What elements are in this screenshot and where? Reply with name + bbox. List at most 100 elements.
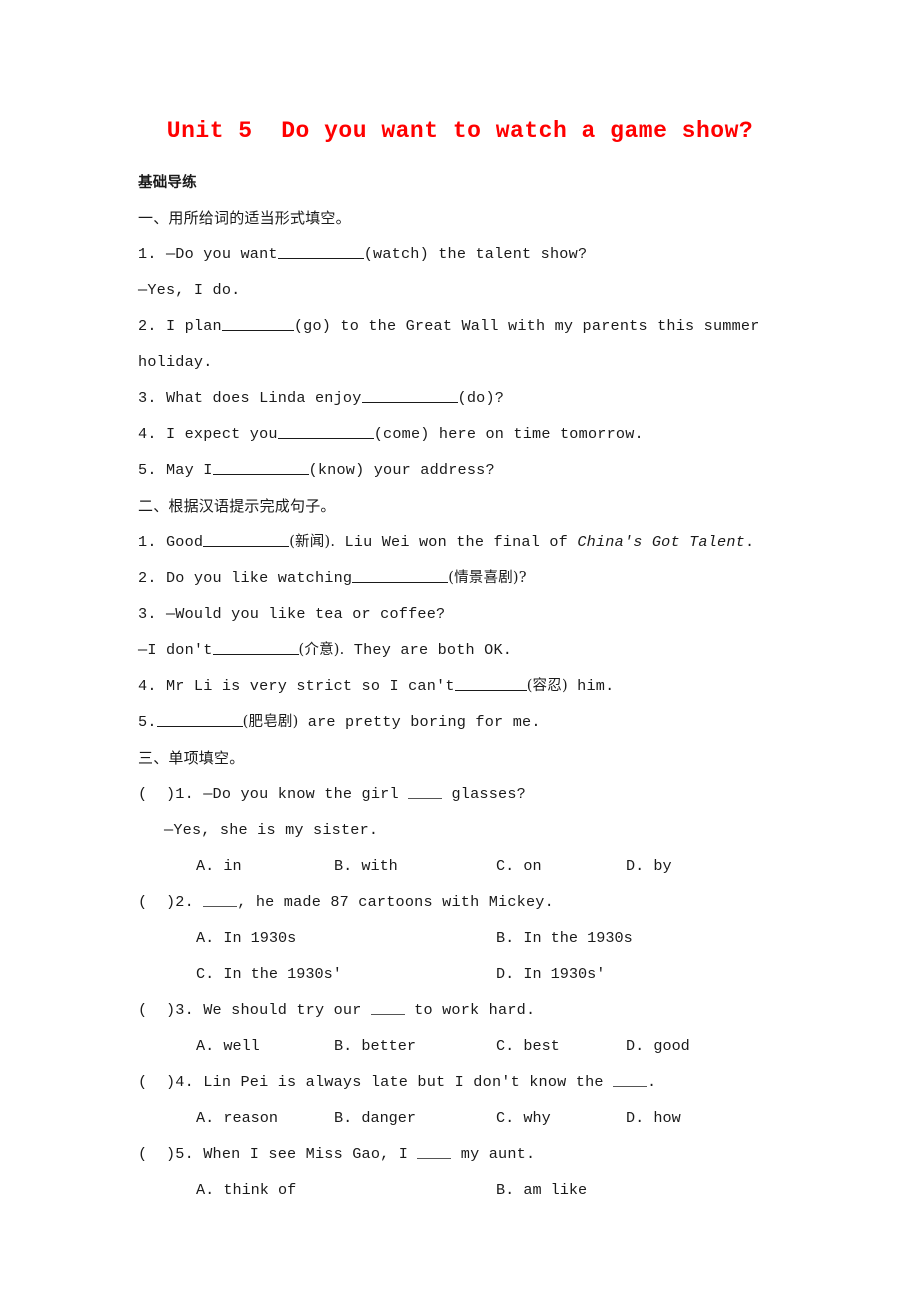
- s2-item-5-prefix: 5.: [138, 713, 157, 731]
- fill-blank: [212, 461, 309, 475]
- s3-q3-stem-after: to work hard.: [404, 1001, 536, 1019]
- s3-q2-option-a[interactable]: A. In 1930s: [196, 920, 296, 956]
- s3-q4-stem-after: .: [647, 1073, 657, 1091]
- fill-blank: [361, 389, 458, 403]
- s3-q4-option-a[interactable]: A. reason: [196, 1100, 278, 1136]
- s3-q2-stem: ( )2. , he made 87 cartoons with Mickey.: [138, 884, 838, 920]
- s3-q1-marker: ( )1.: [138, 785, 194, 803]
- s2-item-5-tail: are pretty boring for me.: [298, 713, 541, 731]
- s2-item-1-prefix: 1. Good: [138, 533, 204, 551]
- s2-item-4: 4. Mr Li is very strict so I can't (容忍) h…: [138, 668, 838, 704]
- s3-q3-options: A. well B. better C. best D. good: [138, 1028, 838, 1064]
- mc-blank: [417, 1147, 452, 1159]
- s1-item-5-hint: (know) your address?: [308, 461, 495, 479]
- s3-q4-options: A. reason B. danger C. why D. how: [138, 1100, 838, 1136]
- s3-q2-option-b[interactable]: B. In the 1930s: [496, 920, 633, 956]
- s3-q5-stem-after: my aunt.: [451, 1145, 536, 1163]
- s3-q1-option-a[interactable]: A. in: [196, 848, 242, 884]
- s3-q3-stem: ( )3. We should try our to work hard.: [138, 992, 838, 1028]
- s2-item-3-answer: —I don't (介意). They are both OK.: [138, 632, 838, 668]
- fill-blank: [203, 533, 290, 547]
- mc-blank: [408, 787, 443, 799]
- fill-blank: [352, 569, 449, 583]
- s1-item-4-hint: (come) here on time tomorrow.: [373, 425, 644, 443]
- s2-item-2-prefix: 2. Do you like watching: [138, 569, 353, 587]
- s3-q4-option-c[interactable]: C. why: [496, 1100, 551, 1136]
- s3-q5-option-b[interactable]: B. am like: [496, 1172, 587, 1208]
- section-one-heading: 一、用所给词的适当形式填空。: [138, 209, 351, 227]
- s3-q2-option-c[interactable]: C. In the 1930s': [196, 956, 342, 992]
- section-three-heading: 三、单项填空。: [138, 749, 245, 767]
- s3-q3-option-b[interactable]: B. better: [334, 1028, 416, 1064]
- s1-item-1-answer: —Yes, I do.: [138, 281, 241, 299]
- s2-item-1: 1. Good (新闻). Liu Wei won the final of Ch…: [138, 524, 838, 560]
- fill-blank: [212, 641, 299, 655]
- section-two-heading: 二、根据汉语提示完成句子。: [138, 497, 336, 515]
- mc-blank: [613, 1075, 648, 1087]
- s3-q3-option-c[interactable]: C. best: [496, 1028, 560, 1064]
- s1-item-4-prefix: 4. I expect you: [138, 425, 278, 443]
- s3-q1-option-d[interactable]: D. by: [626, 848, 672, 884]
- s1-item-5-prefix: 5. May I: [138, 461, 213, 479]
- s3-q5-option-a[interactable]: A. think of: [196, 1172, 296, 1208]
- s2-item-4-prefix: 4. Mr Li is very strict so I can't: [138, 677, 455, 695]
- s2-item-4-hint: (容忍): [526, 678, 568, 694]
- s3-q1-stem-before: —Do you know the girl: [193, 785, 409, 803]
- s3-q3-option-a[interactable]: A. well: [196, 1028, 260, 1064]
- s3-q1-option-b[interactable]: B. with: [334, 848, 398, 884]
- s3-q1-option-c[interactable]: C. on: [496, 848, 542, 884]
- s3-q4-stem-before: Lin Pei is always late but I don't know …: [193, 1073, 614, 1091]
- s2-item-2-hint: (情景喜剧)?: [448, 570, 527, 586]
- fill-blank: [221, 317, 294, 331]
- fill-blank: [156, 713, 243, 727]
- fill-blank: [277, 245, 364, 259]
- worksheet-page: Unit 5 Do you want to watch a game show?…: [0, 0, 920, 1302]
- s3-q1-stem-after: glasses?: [442, 785, 526, 803]
- fill-blank: [454, 677, 527, 691]
- s1-item-1: 1. —Do you want (watch) the talent show?: [138, 236, 838, 272]
- s3-q4-option-d[interactable]: D. how: [626, 1100, 681, 1136]
- page-title: Unit 5 Do you want to watch a game show?: [166, 118, 754, 144]
- s1-item-5: 5. May I (know) your address?: [138, 452, 838, 488]
- s3-q2-options-row-1: A. In 1930s B. In the 1930s: [138, 920, 838, 956]
- s2-item-3-hint: (介意).: [298, 642, 345, 658]
- s3-q5-stem: ( )5. When I see Miss Gao, I my aunt.: [138, 1136, 838, 1172]
- s2-item-3: 3. —Would you like tea or coffee?: [138, 605, 446, 623]
- s3-q2-stem-before: [194, 893, 203, 911]
- s3-q5-options: A. think of B. am like: [138, 1172, 838, 1208]
- s3-q4-stem: ( )4. Lin Pei is always late but I don't…: [138, 1064, 838, 1100]
- s1-item-2: 2. I plan (go) to the Great Wall with my …: [138, 308, 838, 380]
- s3-q3-stem-before: We should try our: [193, 1001, 371, 1019]
- s2-item-5-hint: (肥皂剧): [242, 714, 299, 730]
- s1-item-3: 3. What does Linda enjoy (do)?: [138, 380, 838, 416]
- s2-item-3-tail: They are both OK.: [344, 641, 513, 659]
- document-body: 基础导练 一、用所给词的适当形式填空。 1. —Do you want (watc…: [138, 166, 838, 1208]
- s2-item-1-end: .: [744, 533, 755, 551]
- section-header-basic-drill: 基础导练: [138, 174, 197, 191]
- s3-q1-options: A. in B. with C. on D. by: [138, 848, 838, 884]
- s2-item-1-tail: Liu Wei won the final of: [335, 533, 578, 551]
- mc-blank: [370, 1003, 405, 1015]
- s1-item-3-hint: (do)?: [457, 389, 505, 407]
- s3-q1-second-line: —Yes, she is my sister.: [164, 821, 379, 839]
- s1-item-4: 4. I expect you (come) here on time tomor…: [138, 416, 838, 452]
- s2-item-3-prefix: —I don't: [138, 641, 213, 659]
- s3-q2-stem-after: , he made 87 cartoons with Mickey.: [237, 893, 554, 911]
- s1-item-3-prefix: 3. What does Linda enjoy: [138, 389, 362, 407]
- s2-item-4-tail: him.: [567, 677, 615, 695]
- s2-item-1-italic: China's Got Talent: [577, 533, 745, 551]
- s1-item-2-prefix: 2. I plan: [138, 317, 222, 335]
- s3-q2-option-d[interactable]: D. In 1930s': [496, 956, 605, 992]
- s2-item-1-hint: (新闻).: [289, 534, 336, 550]
- s1-item-1-hint: (watch) the talent show?: [363, 245, 588, 263]
- s3-q3-option-d[interactable]: D. good: [626, 1028, 690, 1064]
- s2-item-2: 2. Do you like watching (情景喜剧)?: [138, 560, 838, 596]
- s2-item-5: 5. (肥皂剧) are pretty boring for me.: [138, 704, 838, 740]
- s3-q5-stem-before: When I see Miss Gao, I: [193, 1145, 418, 1163]
- s3-q1-stem: ( )1. —Do you know the girl glasses?: [138, 776, 838, 812]
- fill-blank: [277, 425, 374, 439]
- s1-item-1-prefix: 1. —Do you want: [138, 245, 278, 263]
- mc-blank: [203, 895, 238, 907]
- s3-q2-options-row-2: C. In the 1930s' D. In 1930s': [138, 956, 838, 992]
- s3-q4-option-b[interactable]: B. danger: [334, 1100, 416, 1136]
